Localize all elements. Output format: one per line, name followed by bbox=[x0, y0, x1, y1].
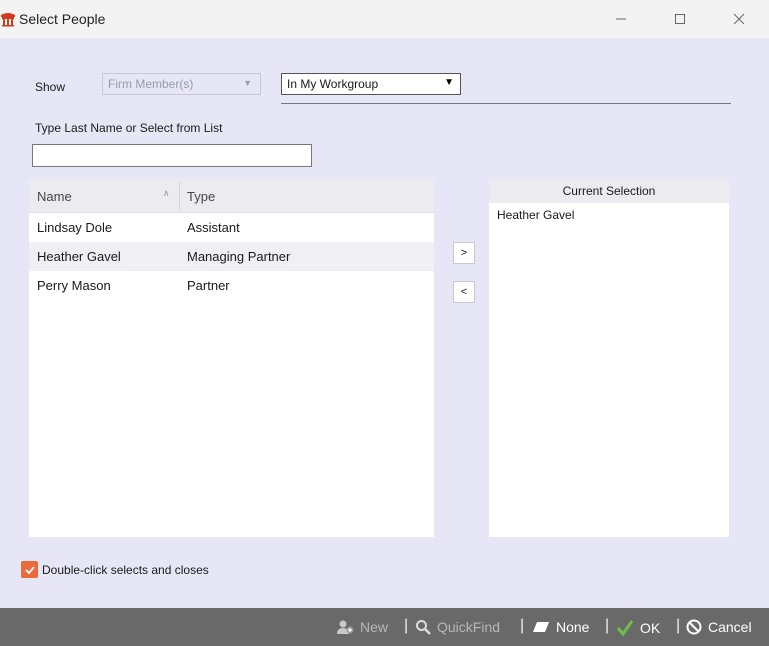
checkmark-icon bbox=[24, 565, 35, 574]
member-type-value: Firm Member(s) bbox=[108, 77, 194, 91]
separator: | bbox=[676, 617, 681, 634]
window-title: Select People bbox=[19, 11, 106, 27]
footer-toolbar: New | QuickFind | None | OK | Cancel bbox=[0, 608, 769, 646]
current-selection-list[interactable]: Current Selection Heather Gavel bbox=[489, 179, 729, 537]
cancel-icon bbox=[686, 619, 702, 635]
person-name: Perry Mason bbox=[37, 278, 111, 293]
title-bar: Select People bbox=[0, 0, 769, 38]
remove-from-selection-button[interactable]: < bbox=[453, 281, 475, 303]
people-list[interactable]: Name ∧ Type Lindsay Dole Assistant Heath… bbox=[29, 179, 434, 537]
sort-ascending-icon: ∧ bbox=[163, 188, 170, 198]
person-type: Partner bbox=[187, 278, 230, 293]
separator: | bbox=[605, 617, 610, 634]
show-label: Show bbox=[35, 80, 66, 94]
divider bbox=[281, 103, 731, 104]
separator: | bbox=[404, 617, 409, 634]
dialog-body: Show Firm Member(s) ▼ In My Workgroup ▼ … bbox=[0, 38, 769, 608]
ok-button[interactable]: OK bbox=[616, 619, 660, 637]
none-button[interactable]: None bbox=[532, 619, 589, 635]
cancel-label: Cancel bbox=[708, 619, 752, 635]
column-header-type[interactable]: Type bbox=[187, 189, 215, 204]
add-to-selection-button[interactable]: > bbox=[453, 242, 475, 264]
scope-dropdown[interactable]: In My Workgroup ▼ bbox=[281, 73, 461, 95]
person-name: Lindsay Dole bbox=[37, 220, 113, 235]
minimize-button[interactable] bbox=[598, 0, 644, 38]
person-type: Managing Partner bbox=[187, 249, 291, 264]
close-icon bbox=[733, 13, 745, 25]
magnifier-icon bbox=[416, 620, 431, 635]
new-label: New bbox=[360, 619, 389, 635]
none-label: None bbox=[556, 619, 590, 635]
person-name: Heather Gavel bbox=[37, 249, 121, 264]
list-item[interactable]: Heather Gavel bbox=[497, 208, 574, 222]
minimize-icon bbox=[616, 18, 626, 20]
double-click-checkbox[interactable] bbox=[21, 561, 38, 578]
chevron-down-icon: ▼ bbox=[243, 78, 252, 88]
member-type-dropdown: Firm Member(s) ▼ bbox=[102, 73, 261, 95]
current-selection-header: Current Selection bbox=[489, 179, 729, 203]
table-row[interactable]: Lindsay Dole Assistant bbox=[29, 213, 434, 242]
cancel-button[interactable]: Cancel bbox=[686, 619, 752, 635]
new-button[interactable]: New bbox=[336, 619, 388, 635]
checkmark-icon bbox=[616, 620, 634, 637]
app-logo-icon bbox=[1, 13, 15, 27]
maximize-button[interactable] bbox=[657, 0, 703, 38]
chevron-down-icon: ▼ bbox=[444, 77, 454, 88]
close-button[interactable] bbox=[716, 0, 762, 38]
table-row[interactable]: Perry Mason Partner bbox=[29, 271, 434, 300]
eraser-icon bbox=[533, 622, 549, 632]
scope-value: In My Workgroup bbox=[287, 77, 379, 91]
column-header-name[interactable]: Name bbox=[37, 189, 72, 204]
quickfind-label: QuickFind bbox=[437, 619, 501, 635]
maximize-icon bbox=[675, 14, 685, 24]
search-input[interactable] bbox=[32, 144, 312, 167]
separator: | bbox=[520, 617, 525, 634]
quickfind-button[interactable]: QuickFind bbox=[415, 619, 500, 635]
person-type: Assistant bbox=[187, 220, 240, 235]
table-row[interactable]: Heather Gavel Managing Partner bbox=[29, 242, 434, 271]
double-click-label[interactable]: Double-click selects and closes bbox=[42, 563, 209, 577]
column-divider[interactable] bbox=[179, 181, 180, 211]
list-header: Name ∧ Type bbox=[29, 179, 434, 213]
add-person-icon bbox=[337, 620, 354, 634]
ok-label: OK bbox=[640, 620, 661, 636]
search-label: Type Last Name or Select from List bbox=[35, 121, 223, 135]
